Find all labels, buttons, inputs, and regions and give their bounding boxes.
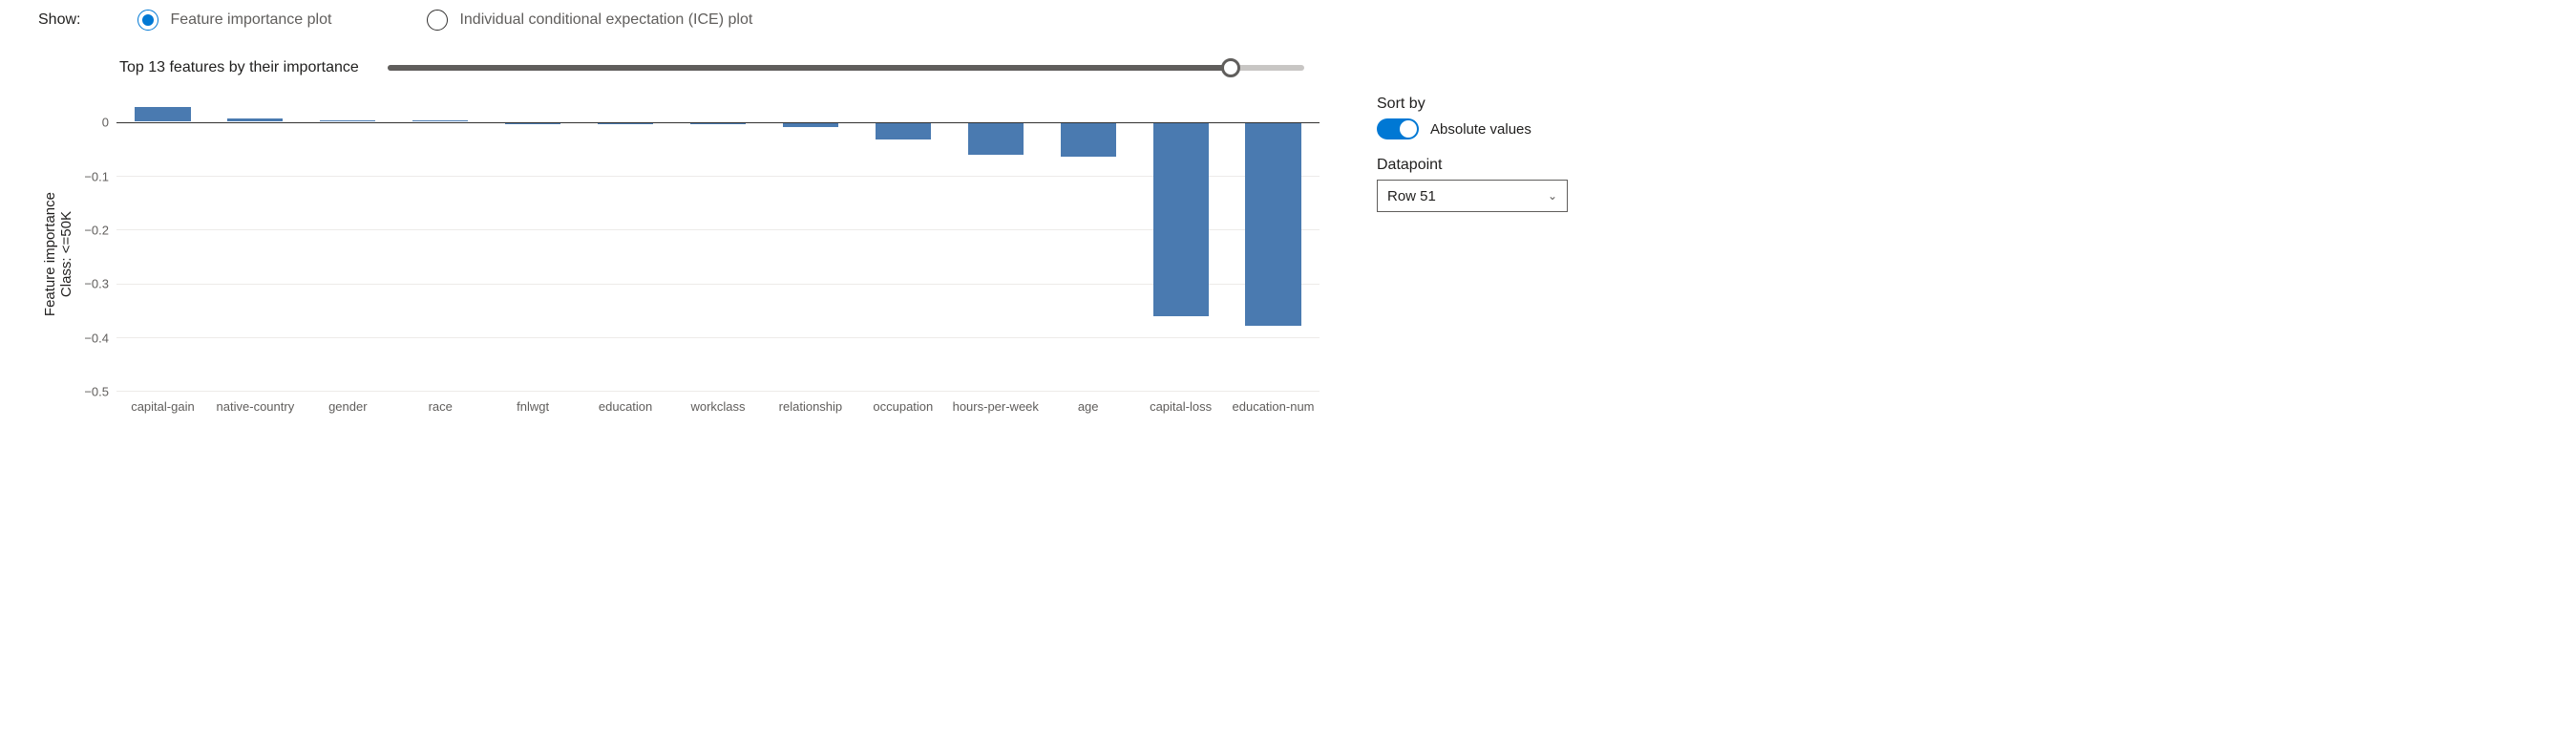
side-panel: Sort by Absolute values Datapoint Row 51…	[1377, 96, 1587, 414]
bar[interactable]	[320, 120, 375, 122]
bar[interactable]	[135, 107, 190, 121]
radio-icon	[427, 10, 448, 31]
y-axis-title: Feature importance Class: <=50K	[38, 192, 78, 316]
x-tick-label: race	[394, 399, 487, 414]
radio-feature-importance[interactable]: Feature importance plot	[137, 10, 331, 31]
show-radio-group: Show: Feature importance plot Individual…	[38, 10, 2576, 31]
bar[interactable]	[412, 120, 468, 121]
x-tick-label: workclass	[672, 399, 765, 414]
x-tick-label: capital-gain	[116, 399, 209, 414]
radio-ice-plot[interactable]: Individual conditional expectation (ICE)…	[427, 10, 752, 31]
x-tick-label: age	[1042, 399, 1134, 414]
main-row: Feature importance Class: <=50K 0−0.1−0.…	[38, 96, 2576, 414]
slider-thumb-icon[interactable]	[1221, 58, 1240, 77]
radio-icon	[137, 10, 158, 31]
x-tick-label: occupation	[856, 399, 949, 414]
datapoint-select[interactable]: Row 51 ⌄	[1377, 180, 1568, 212]
x-tick-label: relationship	[764, 399, 856, 414]
radio-label: Individual conditional expectation (ICE)…	[459, 11, 752, 29]
sort-by-label: Sort by	[1377, 96, 1587, 113]
datapoint-label: Datapoint	[1377, 157, 1587, 174]
x-tick-label: fnlwgt	[487, 399, 580, 414]
bar[interactable]	[1245, 122, 1300, 326]
x-axis-ticks: capital-gainnative-countrygenderracefnlw…	[116, 399, 1320, 414]
chevron-down-icon: ⌄	[1548, 189, 1557, 203]
x-tick-label: native-country	[209, 399, 302, 414]
x-tick-label: capital-loss	[1134, 399, 1227, 414]
datapoint-value: Row 51	[1387, 188, 1436, 204]
toggle-knob-icon	[1400, 120, 1417, 138]
bar[interactable]	[876, 122, 931, 139]
sort-absolute-toggle[interactable]	[1377, 118, 1419, 139]
slider-title: Top 13 features by their importance	[119, 59, 359, 76]
bar[interactable]	[227, 118, 283, 121]
x-tick-label: hours-per-week	[949, 399, 1042, 414]
top-k-slider[interactable]	[388, 65, 1304, 71]
bar[interactable]	[1153, 122, 1209, 316]
feature-importance-chart[interactable]	[116, 96, 1320, 392]
show-label: Show:	[38, 11, 80, 29]
x-tick-label: education-num	[1227, 399, 1320, 414]
bar[interactable]	[968, 122, 1024, 155]
radio-label: Feature importance plot	[170, 11, 331, 29]
top-k-slider-row: Top 13 features by their importance	[119, 59, 2576, 76]
toggle-label: Absolute values	[1430, 121, 1531, 138]
x-tick-label: gender	[302, 399, 394, 414]
x-tick-label: education	[580, 399, 672, 414]
y-axis-ticks: 0−0.1−0.2−0.3−0.4−0.5	[78, 96, 116, 392]
bar[interactable]	[1061, 122, 1116, 157]
